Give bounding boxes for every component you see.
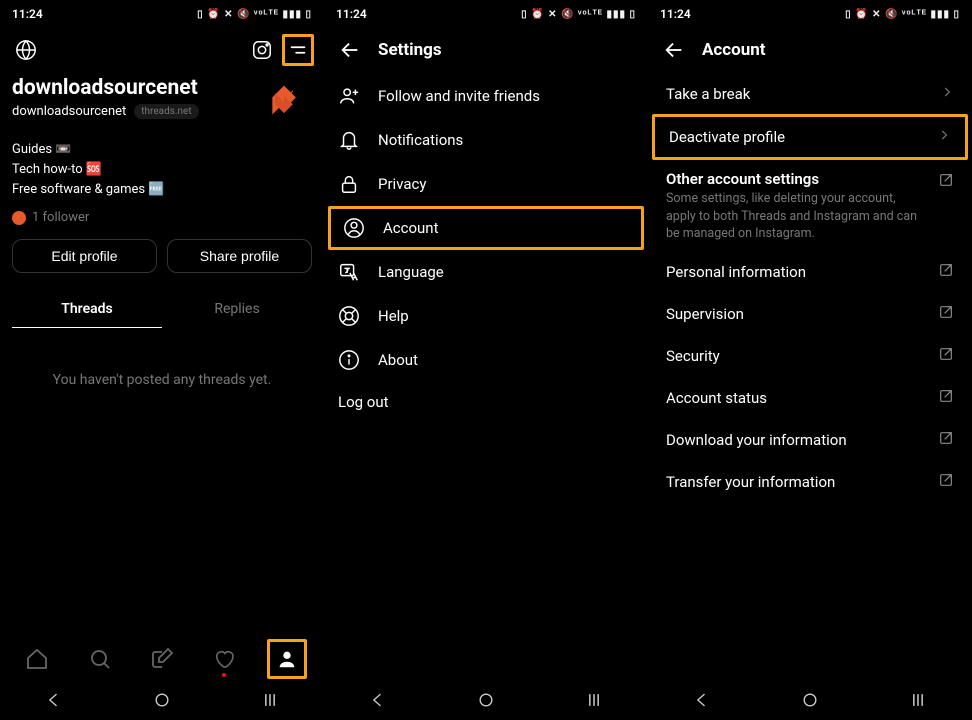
page-title: Settings <box>378 40 442 60</box>
system-nav <box>324 684 648 720</box>
status-bar: 11:24 ▯ ⏰ ✕ 🔇 ᵛᵒᴸᵀᴱ ▮▮▮ ▯ <box>0 0 324 28</box>
empty-message: You haven't posted any threads yet. <box>12 372 312 388</box>
settings-item-notifications[interactable]: Notifications <box>324 118 648 162</box>
external-link-icon[interactable] <box>938 160 972 192</box>
external-link-icon <box>938 262 954 282</box>
account-screen: 11:24 ▯ ⏰ ✕ 🔇 ᵛᵒᴸᵀᴱ ▮▮▮ ▯ Account Take a… <box>648 0 972 720</box>
settings-item-about[interactable]: About <box>324 338 648 382</box>
invite-icon <box>338 85 360 107</box>
sys-home-icon[interactable] <box>476 690 496 714</box>
settings-label: Log out <box>338 393 389 411</box>
status-bar: 11:24 ▯ ⏰ ✕ 🔇 ᵛᵒᴸᵀᴱ ▮▮▮ ▯ <box>648 0 972 28</box>
account-label: Account status <box>666 389 767 407</box>
status-icons: ▯ ⏰ ✕ 🔇 ᵛᵒᴸᵀᴱ ▮▮▮ ▯ <box>845 9 960 20</box>
tab-replies[interactable]: Replies <box>162 291 312 328</box>
settings-item-privacy[interactable]: Privacy <box>324 162 648 206</box>
clock: 11:24 <box>12 7 43 21</box>
account-icon <box>343 217 365 239</box>
compose-icon[interactable] <box>142 639 182 679</box>
sys-back-icon[interactable] <box>368 690 388 714</box>
bell-icon <box>338 129 360 151</box>
status-icons: ▯ ⏰ ✕ 🔇 ᵛᵒᴸᵀᴱ ▮▮▮ ▯ <box>197 9 312 20</box>
account-item-security[interactable]: Security <box>648 335 972 377</box>
clock: 11:24 <box>660 7 691 21</box>
instagram-icon[interactable] <box>248 36 276 64</box>
account-label: Transfer your information <box>666 473 835 491</box>
settings-label: Language <box>378 263 444 281</box>
profile-screen: 11:24 ▯ ⏰ ✕ 🔇 ᵛᵒᴸᵀᴱ ▮▮▮ ▯ downloadsource… <box>0 0 324 720</box>
external-link-icon <box>938 304 954 324</box>
menu-icon[interactable] <box>282 34 314 66</box>
account-item-status[interactable]: Account status <box>648 377 972 419</box>
external-link-icon <box>938 472 954 492</box>
edit-profile-button[interactable]: Edit profile <box>12 239 157 273</box>
share-profile-button[interactable]: Share profile <box>167 239 312 273</box>
settings-label: Notifications <box>378 131 463 149</box>
settings-label: Help <box>378 307 409 325</box>
sys-home-icon[interactable] <box>152 690 172 714</box>
sys-recent-icon[interactable] <box>260 690 280 714</box>
account-label: Take a break <box>666 85 750 103</box>
external-link-icon <box>938 430 954 450</box>
avatar[interactable] <box>256 74 312 130</box>
account-label: Personal information <box>666 263 806 281</box>
follower-avatar-icon <box>12 211 26 225</box>
settings-item-account[interactable]: Account <box>328 206 644 250</box>
account-label: Download your information <box>666 431 847 449</box>
settings-label: Account <box>383 219 439 237</box>
account-label: Deactivate profile <box>669 128 785 146</box>
settings-item-help[interactable]: Help <box>324 294 648 338</box>
account-label: Security <box>666 347 720 365</box>
search-icon[interactable] <box>80 639 120 679</box>
settings-item-invite[interactable]: Follow and invite friends <box>324 74 648 118</box>
handle: downloadsourcenet <box>12 104 126 119</box>
back-icon[interactable] <box>662 38 686 62</box>
system-nav <box>648 684 972 720</box>
back-icon[interactable] <box>338 38 362 62</box>
account-item-take-break[interactable]: Take a break <box>648 74 972 114</box>
settings-label: Privacy <box>378 175 426 193</box>
sys-back-icon[interactable] <box>692 690 712 714</box>
settings-label: Follow and invite friends <box>378 87 540 105</box>
help-icon <box>338 305 360 327</box>
settings-item-language[interactable]: Language <box>324 250 648 294</box>
account-item-personal[interactable]: Personal information <box>648 251 972 293</box>
tab-threads[interactable]: Threads <box>12 291 162 328</box>
system-nav <box>0 684 324 720</box>
settings-item-logout[interactable]: Log out <box>324 382 648 422</box>
language-icon <box>338 261 360 283</box>
account-item-deactivate[interactable]: Deactivate profile <box>652 114 968 160</box>
chevron-right-icon <box>940 85 954 103</box>
followers[interactable]: 1 follower <box>12 210 312 225</box>
account-item-download[interactable]: Download your information <box>648 419 972 461</box>
status-bar: 11:24 ▯ ⏰ ✕ 🔇 ᵛᵒᴸᵀᴱ ▮▮▮ ▯ <box>324 0 648 28</box>
lock-icon <box>338 173 360 195</box>
status-icons: ▯ ⏰ ✕ 🔇 ᵛᵒᴸᵀᴱ ▮▮▮ ▯ <box>521 9 636 20</box>
sys-back-icon[interactable] <box>44 690 64 714</box>
clock: 11:24 <box>336 7 367 21</box>
sys-recent-icon[interactable] <box>584 690 604 714</box>
profile-icon[interactable] <box>267 639 307 679</box>
other-settings-heading: Other account settings <box>648 160 938 190</box>
display-name: downloadsourcenet <box>12 76 199 100</box>
page-title: Account <box>702 40 766 60</box>
account-label: Supervision <box>666 305 744 323</box>
globe-icon[interactable] <box>12 36 40 64</box>
bottom-nav <box>0 634 324 684</box>
other-settings-description: Some settings, like deleting your accoun… <box>648 190 938 251</box>
settings-screen: 11:24 ▯ ⏰ ✕ 🔇 ᵛᵒᴸᵀᴱ ▮▮▮ ▯ Settings Follo… <box>324 0 648 720</box>
external-link-icon <box>938 388 954 408</box>
external-link-icon <box>938 346 954 366</box>
account-item-supervision[interactable]: Supervision <box>648 293 972 335</box>
settings-label: About <box>378 351 418 369</box>
sys-home-icon[interactable] <box>800 690 820 714</box>
bio: Guides 📼 Tech how-to 🆘 Free software & g… <box>12 140 312 200</box>
home-icon[interactable] <box>17 639 57 679</box>
account-item-transfer[interactable]: Transfer your information <box>648 461 972 503</box>
domain-pill[interactable]: threads.net <box>134 104 198 119</box>
chevron-right-icon <box>937 128 951 146</box>
activity-icon[interactable] <box>204 639 244 679</box>
info-icon <box>338 349 360 371</box>
sys-recent-icon[interactable] <box>908 690 928 714</box>
